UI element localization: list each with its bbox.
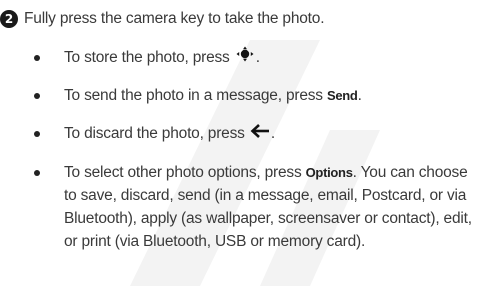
- bullet-dot-icon: [34, 131, 40, 138]
- bullet-text: To send the photo in a message, press: [64, 87, 323, 105]
- bullet-list: To store the photo, press . To send the …: [34, 46, 479, 268]
- step-header: 2 Fully press the camera key to take the…: [0, 10, 324, 28]
- options-key-label: Options: [305, 164, 353, 180]
- step-number-badge: 2: [0, 10, 18, 28]
- bullet-dot-icon: [34, 55, 40, 61]
- bullet-discard-photo: To discard the photo, press .: [34, 122, 479, 145]
- back-arrow-icon: [249, 123, 271, 146]
- bullet-send-photo: To send the photo in a message, press Se…: [34, 84, 479, 107]
- bullet-dot-icon: [34, 93, 40, 100]
- send-key-label: Send: [326, 88, 358, 104]
- bullet-text: To select other photo options, press: [64, 163, 302, 181]
- bullet-text: To discard the photo, press: [64, 125, 245, 143]
- bullet-store-photo: To store the photo, press .: [34, 46, 479, 69]
- bullet-other-options: To select other photo options, press Opt…: [34, 161, 479, 253]
- bullet-text: To store the photo, press: [64, 49, 230, 66]
- nav-key-center-icon: [234, 46, 256, 69]
- step-text: Fully press the camera key to take the p…: [24, 10, 325, 27]
- bullet-suffix: .: [255, 49, 260, 66]
- bullet-dot-icon: [34, 169, 40, 176]
- bullet-suffix: .: [357, 87, 362, 105]
- bullet-suffix: .: [270, 125, 275, 143]
